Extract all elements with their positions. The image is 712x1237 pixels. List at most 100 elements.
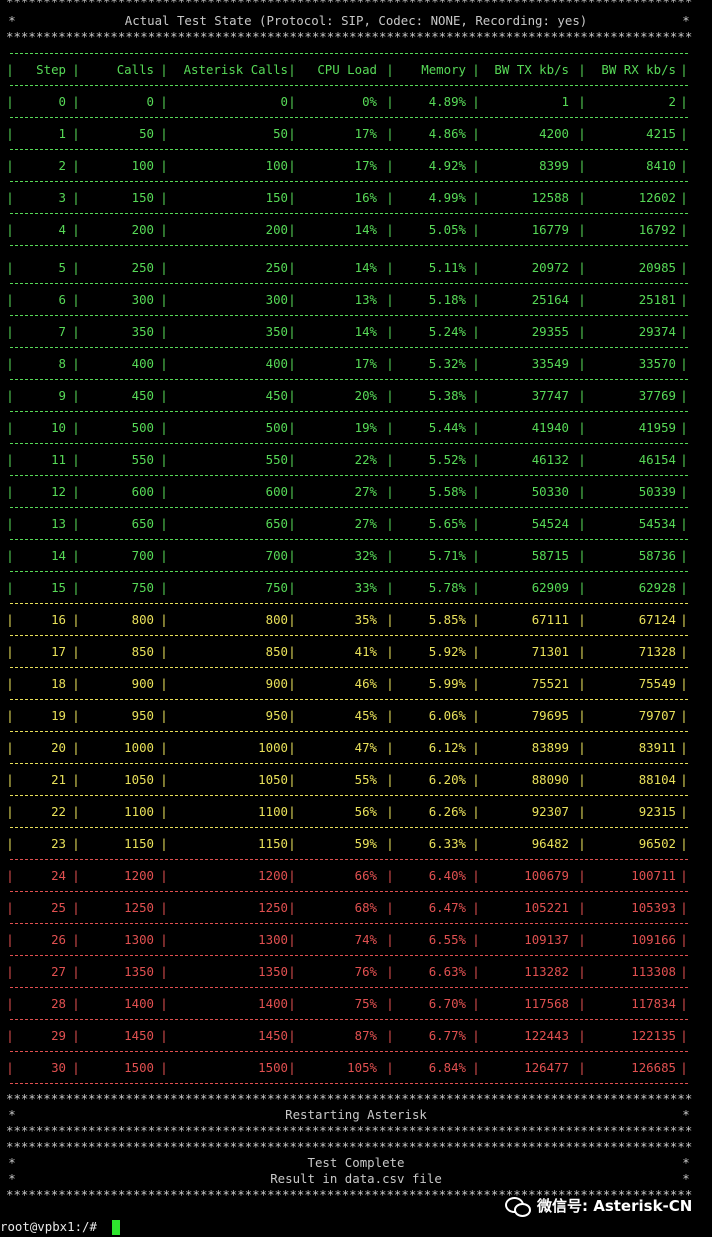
row-separator: [10, 475, 688, 476]
cell-mem: 5.85%: [428, 612, 466, 627]
result-text: Result in data.csv file: [270, 1171, 442, 1186]
row-separator: [10, 411, 688, 412]
cell-rx: 105393: [631, 900, 676, 915]
column-divider: |: [680, 708, 688, 723]
cell-calls: 1450: [124, 1028, 154, 1043]
cell-rx: 83911: [638, 740, 676, 755]
cell-calls: 1150: [124, 836, 154, 851]
column-header: BW TX kb/s: [494, 62, 569, 77]
cell-mem: 5.52%: [428, 452, 466, 467]
cell-calls: 550: [131, 452, 154, 467]
cell-rx: 62928: [638, 580, 676, 595]
row-separator: [10, 149, 688, 150]
complete-box-top: ****************************************…: [0, 1139, 712, 1155]
table-row: | | | | | | | | 4 200 200 14% 5.05% 16779 16792: [0, 222, 712, 238]
cell-mem: 4.92%: [428, 158, 466, 173]
column-divider: |: [680, 836, 688, 851]
cell-tx: 50330: [531, 484, 569, 499]
cell-calls: 200: [131, 222, 154, 237]
column-divider: |: [160, 1028, 168, 1043]
cell-calls: 1000: [124, 740, 154, 755]
cell-tx: 41940: [531, 420, 569, 435]
cell-mem: 6.47%: [428, 900, 466, 915]
cell-calls: 650: [131, 516, 154, 531]
row-separator: [10, 1083, 688, 1084]
row-separator: [10, 507, 688, 508]
cell-mem: 5.11%: [428, 260, 466, 275]
column-divider: |: [680, 452, 688, 467]
table-row: | | | | | | | | 23 1150 1150 59% 6.33% 96482 96502: [0, 836, 712, 852]
column-divider: |: [680, 964, 688, 979]
cell-calls: 1350: [124, 964, 154, 979]
cell-mem: 4.89%: [428, 94, 466, 109]
table-row: | | | | | | | | 29 1450 1450 87% 6.77% 122443 122135: [0, 1028, 712, 1044]
cell-calls: 300: [131, 292, 154, 307]
column-divider: |: [680, 516, 688, 531]
column-divider: |: [680, 94, 688, 109]
column-divider: |: [160, 324, 168, 339]
row-separator: [10, 1051, 688, 1052]
cell-rx: 37769: [638, 388, 676, 403]
column-divider: |: [680, 484, 688, 499]
cell-mem: 5.24%: [428, 324, 466, 339]
cell-rx: 100711: [631, 868, 676, 883]
cell-calls: 1200: [124, 868, 154, 883]
cell-rx: 109166: [631, 932, 676, 947]
column-divider: |: [680, 260, 688, 275]
column-divider: |: [680, 932, 688, 947]
cell-rx: 16792: [638, 222, 676, 237]
cell-tx: 92307: [531, 804, 569, 819]
column-divider: |: [160, 1060, 168, 1075]
column-divider: |: [160, 356, 168, 371]
cell-tx: 58715: [531, 548, 569, 563]
cell-mem: 5.78%: [428, 580, 466, 595]
cell-tx: 46132: [531, 452, 569, 467]
restart-text: Restarting Asterisk: [285, 1107, 427, 1122]
row-separator: [10, 117, 688, 118]
table-row: | | | | | | | | 26 1300 1300 74% 6.55% 109137 109166: [0, 932, 712, 948]
cell-rx: 71328: [638, 644, 676, 659]
cell-tx: 16779: [531, 222, 569, 237]
column-divider: |: [160, 126, 168, 141]
terminal-cursor[interactable]: [112, 1220, 120, 1235]
column-divider: |: [160, 708, 168, 723]
cell-calls: 800: [131, 612, 154, 627]
cell-mem: 5.65%: [428, 516, 466, 531]
column-divider: |: [680, 740, 688, 755]
cell-tx: 71301: [531, 644, 569, 659]
row-separator: [10, 955, 688, 956]
cell-rx: 113308: [631, 964, 676, 979]
cell-rx: 50339: [638, 484, 676, 499]
table-row: | | | | | | | | 21 1050 1050 55% 6.20% 88090 88104: [0, 772, 712, 788]
cell-calls: 950: [131, 708, 154, 723]
column-divider: |: [680, 996, 688, 1011]
star-border-restart-bottom: ****************************************…: [6, 1123, 693, 1138]
restart-box-bottom: ****************************************…: [0, 1123, 712, 1139]
cell-mem: 6.26%: [428, 804, 466, 819]
column-divider: |: [160, 644, 168, 659]
star-edge-right: *: [682, 13, 690, 28]
cell-rx: 33570: [638, 356, 676, 371]
cell-tx: 8399: [539, 158, 569, 173]
cell-rx: 20985: [638, 260, 676, 275]
column-divider: |: [680, 222, 688, 237]
column-divider: |: [160, 158, 168, 173]
cell-calls: 450: [131, 388, 154, 403]
column-divider: |: [680, 1060, 688, 1075]
table-row: | | | | | | | | 27 1350 1350 76% 6.63% 113282 113308: [0, 964, 712, 980]
cell-calls: 0: [146, 94, 154, 109]
column-divider: |: [160, 292, 168, 307]
table-header-row: | | | | | | | | Step Calls Asterisk Calls CPU Load M…: [0, 62, 712, 78]
row-separator: [10, 53, 688, 54]
table-row: | | | | | | | | 24 1200 1200 66% 6.40% 100679 100711: [0, 868, 712, 884]
cell-tx: 4200: [539, 126, 569, 141]
cell-rx: 25181: [638, 292, 676, 307]
column-divider: |: [160, 900, 168, 915]
column-divider: |: [160, 772, 168, 787]
row-separator: [10, 635, 688, 636]
column-divider: |: [680, 388, 688, 403]
column-divider: |: [160, 804, 168, 819]
cell-mem: 6.33%: [428, 836, 466, 851]
cell-tx: 75521: [531, 676, 569, 691]
column-divider: |: [160, 94, 168, 109]
